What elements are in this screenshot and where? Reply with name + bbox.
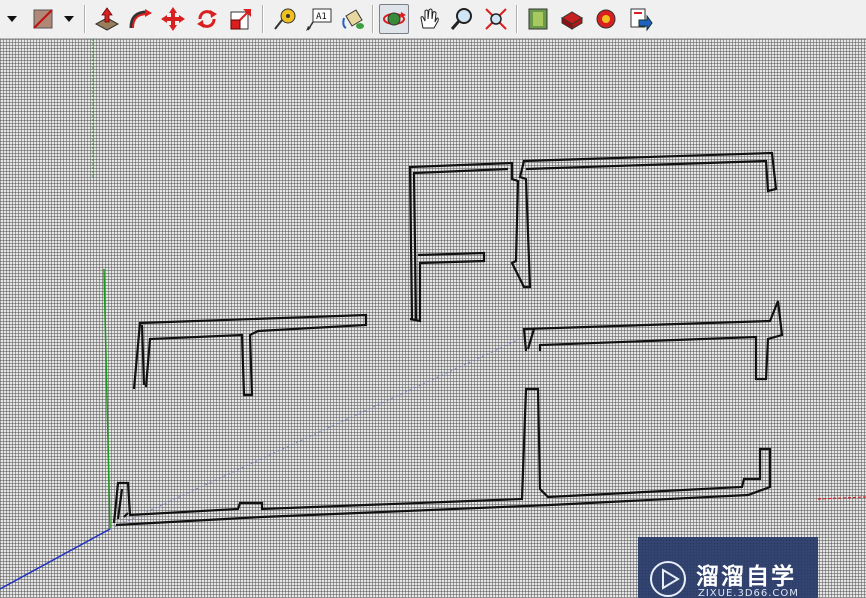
push-pull-icon[interactable] — [92, 4, 122, 34]
paint-bucket-icon[interactable] — [338, 4, 368, 34]
watermark: 溜溜自学 ZIXUE.3D66.COM — [638, 537, 818, 598]
scale-icon[interactable] — [226, 4, 256, 34]
blue-axis — [0, 528, 111, 590]
pan-icon[interactable] — [414, 4, 444, 34]
zoom-extents-icon[interactable] — [481, 4, 511, 34]
green-axis — [103, 268, 111, 530]
chevron-down-icon[interactable] — [6, 4, 18, 34]
send-to-layout-icon[interactable] — [625, 4, 655, 34]
wall-outlines — [112, 151, 784, 527]
eraser-icon[interactable] — [28, 4, 58, 34]
chevron-down-icon[interactable] — [63, 4, 75, 34]
orbit-icon[interactable] — [379, 4, 409, 34]
play-logo-icon — [650, 561, 686, 597]
watermark-title: 溜溜自学 — [696, 564, 796, 590]
zoom-icon[interactable] — [447, 4, 477, 34]
tape-measure-icon[interactable] — [270, 4, 300, 34]
model-drawing — [0, 39, 866, 590]
move-icon[interactable] — [158, 4, 188, 34]
share-model-icon[interactable] — [557, 4, 587, 34]
get-models-icon[interactable] — [523, 4, 553, 34]
svg-text:A1: A1 — [316, 12, 327, 22]
modeling-viewport[interactable]: 溜溜自学 ZIXUE.3D66.COM — [0, 39, 866, 598]
share-component-icon[interactable] — [591, 4, 621, 34]
main-toolbar: A1 — [0, 0, 866, 39]
rotate-icon[interactable] — [192, 4, 222, 34]
red-axis — [817, 496, 866, 500]
follow-me-icon[interactable] — [125, 4, 155, 34]
watermark-url: ZIXUE.3D66.COM — [698, 588, 799, 598]
text-icon[interactable]: A1 — [304, 4, 334, 34]
